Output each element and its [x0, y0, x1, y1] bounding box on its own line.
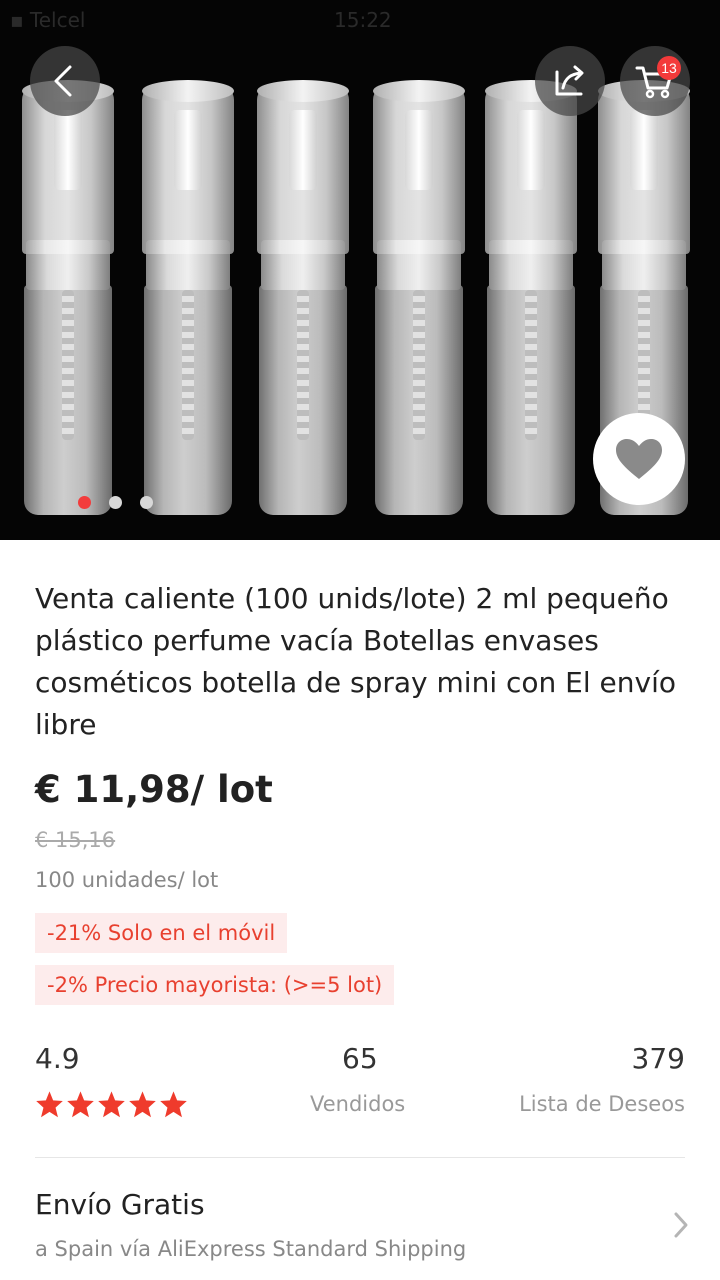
wishlist-label[interactable]: Lista de Deseos: [519, 1092, 685, 1116]
star-icon: [129, 1091, 156, 1118]
star-icon: [67, 1091, 94, 1118]
status-carrier: ▪ Telcel: [10, 8, 86, 32]
unit-info: 100 unidades/ lot: [35, 868, 219, 892]
sold-count: 65: [342, 1042, 378, 1075]
promo-badge-wholesale: -2% Precio mayorista: (>=5 lot): [35, 965, 395, 1005]
star-icon: [98, 1091, 125, 1118]
wishlist-count: 379: [631, 1042, 685, 1075]
cart-count-badge: 13: [657, 56, 681, 80]
product-photo-bottle: [257, 80, 349, 520]
product-price: € 11,98/ lot: [35, 768, 273, 811]
product-photo-bottle: [373, 80, 465, 520]
chevron-right-icon: [674, 1212, 688, 1238]
status-time: 15:22: [334, 8, 392, 32]
product-photo-bottle: [485, 80, 577, 520]
product-title: Venta caliente (100 unids/lote) 2 ml peq…: [35, 582, 676, 741]
product-image-carousel[interactable]: ▪ Telcel 15:22 13: [0, 0, 720, 540]
star-icon: [36, 1091, 63, 1118]
rating-stars[interactable]: [35, 1090, 188, 1118]
heart-icon: [616, 439, 662, 479]
share-button[interactable]: [535, 46, 605, 116]
section-divider: [35, 1157, 685, 1158]
favorite-button[interactable]: [593, 413, 685, 505]
carousel-indicator: [78, 496, 153, 509]
star-icon: [160, 1091, 187, 1118]
shipping-title: Envío Gratis: [35, 1188, 205, 1221]
back-button[interactable]: [30, 46, 100, 116]
shipping-subtitle: a Spain vía AliExpress Standard Shipping: [35, 1237, 467, 1261]
share-icon: [555, 65, 584, 96]
product-photo-bottle: [22, 80, 114, 520]
carousel-dot-active[interactable]: [78, 496, 91, 509]
original-price: € 15,16: [35, 828, 116, 852]
promo-badge-mobile: -21% Solo en el móvil: [35, 913, 288, 953]
product-photo-bottle: [142, 80, 234, 520]
cart-button[interactable]: 13: [620, 46, 690, 116]
rating-value: 4.9: [35, 1042, 80, 1075]
back-arrow-icon: [54, 65, 72, 97]
status-bar: ▪ Telcel 15:22: [0, 0, 720, 40]
sold-label: Vendidos: [310, 1092, 406, 1116]
carousel-dot[interactable]: [140, 496, 153, 509]
carousel-dot[interactable]: [109, 496, 122, 509]
